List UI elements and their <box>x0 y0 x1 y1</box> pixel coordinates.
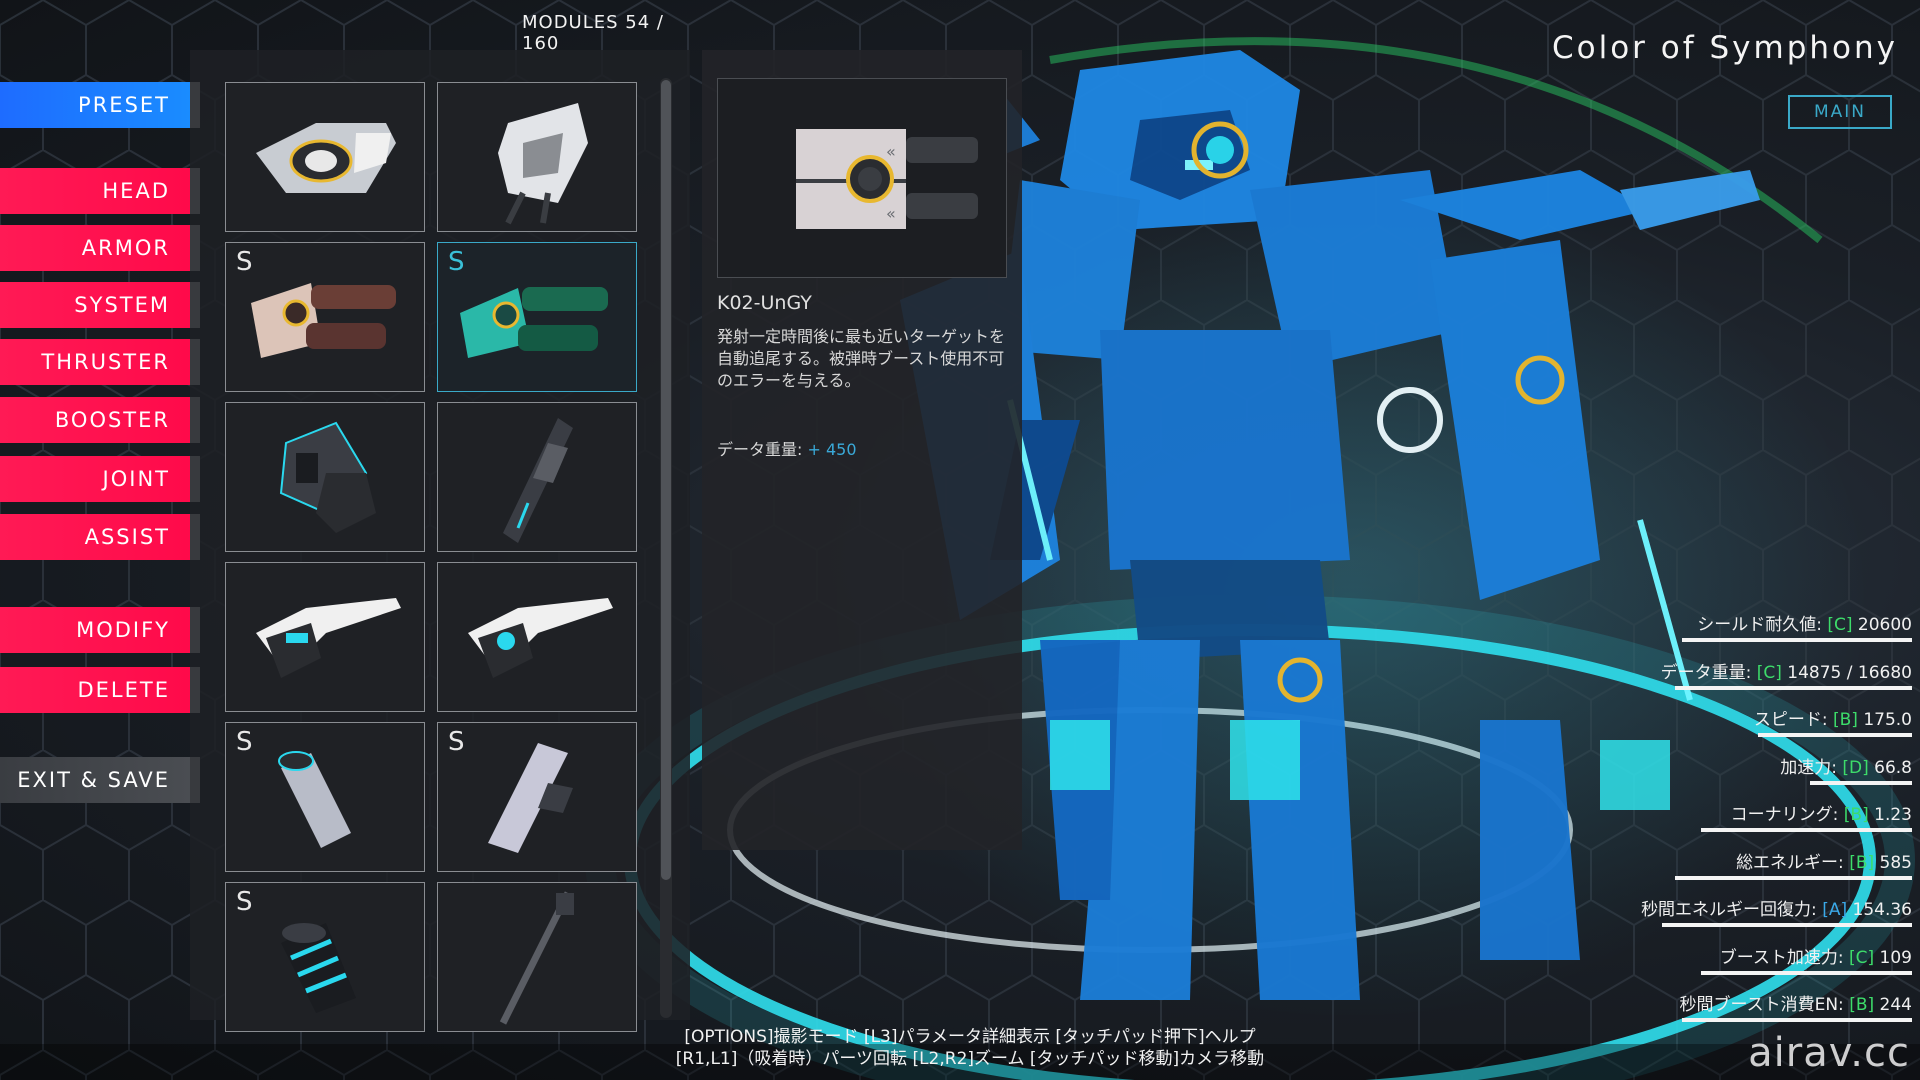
stat-bar <box>1675 875 1912 880</box>
stat-row: 秒間ブースト消費EN: [B] 244 <box>1272 990 1912 1030</box>
stat-value: 585 <box>1874 852 1912 873</box>
stat-label: ブースト加速力: <box>1719 947 1849 968</box>
part-description: 発射一定時間後に最も近いターゲットを自動追尾する。被弾時ブースト使用不可のエラー… <box>717 327 1006 390</box>
stat-row: データ重量: [C] 14875 / 16680 <box>1272 658 1912 698</box>
stat-value: 14875 / 16680 <box>1781 662 1912 683</box>
stat-bar <box>1682 1018 1912 1022</box>
nav-delete-button[interactable]: DELETE <box>0 667 200 713</box>
part-slot[interactable] <box>437 882 637 1032</box>
stat-grade: [C] <box>1849 947 1875 968</box>
stat-row: シールド耐久値: [C] 20600 <box>1272 610 1912 650</box>
nav-armor-button[interactable]: ARMOR <box>0 225 200 271</box>
nav-joint-button[interactable]: JOINT <box>0 456 200 502</box>
nav-assist-button[interactable]: ASSIST <box>0 514 200 560</box>
stat-value: 244 <box>1874 995 1912 1015</box>
watermark: airav.cc <box>1748 1030 1910 1076</box>
stat-row: 秒間エネルギー回復力: [A] 154.36 <box>1272 895 1912 935</box>
stat-row: ブースト加速力: [C] 109 <box>1272 943 1912 983</box>
twin-launcher-brown-icon <box>251 283 396 358</box>
nav-head-button[interactable]: HEAD <box>0 168 200 214</box>
part-slot[interactable] <box>437 82 637 232</box>
nav-system-button[interactable]: SYSTEM <box>0 282 200 328</box>
stat-label: コーナリング: <box>1730 805 1844 825</box>
stat-grade: [C] <box>1756 662 1782 683</box>
stat-bar <box>1682 638 1912 642</box>
stat-label: 加速力: <box>1780 757 1843 778</box>
stat-row: 総エネルギー: [B] 585 <box>1272 848 1912 888</box>
striped-cylinder-icon <box>281 923 356 1013</box>
stat-grade: [B] <box>1832 710 1858 730</box>
stat-label: スピード: <box>1753 710 1833 730</box>
stat-bar <box>1675 685 1912 690</box>
part-slot[interactable]: S <box>225 722 425 872</box>
part-name: K02-UnGY <box>717 292 812 314</box>
part-slot[interactable]: S <box>437 722 637 872</box>
help-line-1: [OPTIONS]撮影モード [L3]パラメータ詳細表示 [タッチパッド押下]ヘ… <box>684 1027 1256 1047</box>
modules-counter: MODULES 54 / 160 <box>522 12 664 54</box>
part-slot[interactable] <box>225 562 425 712</box>
svg-text:«: « <box>886 204 896 223</box>
part-slot[interactable] <box>437 562 637 712</box>
stat-value: 20600 <box>1852 615 1912 635</box>
part-slot[interactable]: S <box>225 882 425 1032</box>
stat-grade: [B] <box>1849 852 1875 873</box>
part-slot[interactable]: S <box>225 242 425 392</box>
stat-label: 総エネルギー: <box>1736 852 1850 873</box>
white-cannon-icon <box>498 103 588 225</box>
stat-bar <box>1810 780 1912 785</box>
stat-bar <box>1758 733 1912 737</box>
stat-grade: [B] <box>1843 805 1869 825</box>
thin-rod-icon <box>499 891 574 1025</box>
twin-launcher-icon: « « <box>796 129 978 229</box>
stat-bar <box>1662 923 1912 927</box>
part-weight: データ重量: + 450 <box>717 436 857 460</box>
stat-value: 66.8 <box>1868 757 1912 778</box>
detail-preview: « « <box>717 78 1007 278</box>
stat-grade: [B] <box>1849 995 1875 1015</box>
help-line-2: [R1,L1]（吸着時）パーツ回転 [L2,R2]ズーム [タッチパッド移動]カ… <box>675 1049 1265 1069</box>
nav-booster-button[interactable]: BOOSTER <box>0 397 200 443</box>
armor-plate-icon <box>256 123 396 193</box>
stat-grade: [C] <box>1827 615 1853 635</box>
parts-scrollbar-thumb[interactable] <box>661 80 671 880</box>
stat-grade: [A] <box>1822 900 1848 920</box>
nav-thruster-button[interactable]: THRUSTER <box>0 339 200 385</box>
part-weight-label: データ重量: <box>717 440 803 459</box>
part-slot[interactable] <box>437 402 637 552</box>
stat-value: 175.0 <box>1857 710 1912 730</box>
long-rifle-icon <box>503 418 573 543</box>
svg-text:«: « <box>886 142 896 161</box>
part-slot[interactable] <box>225 402 425 552</box>
stat-label: 秒間ブースト消費EN: <box>1679 995 1850 1015</box>
nav-modify-button[interactable]: MODIFY <box>0 607 200 653</box>
stat-row: コーナリング: [B] 1.23 <box>1272 800 1912 840</box>
stat-label: データ重量: <box>1660 662 1757 683</box>
stat-label: 秒間エネルギー回復力: <box>1641 900 1823 920</box>
mech-title: Color of Symphony <box>1551 30 1898 66</box>
category-nav: PRESET HEAD ARMOR SYSTEM THRUSTER BOOSTE… <box>0 0 200 1080</box>
wing-thruster-blue-icon <box>468 598 613 678</box>
stat-label: シールド耐久値: <box>1697 615 1828 635</box>
stat-bar <box>1701 828 1912 832</box>
wing-thruster-icon <box>256 598 401 678</box>
twin-launcher-green-icon <box>460 287 608 358</box>
part-weight-value: + 450 <box>807 440 857 459</box>
blade-plate-icon <box>488 743 573 853</box>
stat-value: 109 <box>1874 947 1912 968</box>
stat-grade: [D] <box>1842 757 1869 778</box>
nav-preset-button[interactable]: PRESET <box>0 82 200 128</box>
stat-value: 154.36 <box>1847 900 1913 920</box>
main-badge[interactable]: MAIN <box>1788 95 1892 129</box>
stat-row: スピード: [B] 175.0 <box>1272 705 1912 745</box>
stat-row: 加速力: [D] 66.8 <box>1272 753 1912 793</box>
stat-bar <box>1701 970 1912 975</box>
part-slot-selected[interactable]: S <box>437 242 637 392</box>
help-text: [OPTIONS]撮影モード [L3]パラメータ詳細表示 [タッチパッド押下]ヘ… <box>620 1026 1320 1070</box>
part-slot[interactable] <box>225 82 425 232</box>
stat-value: 1.23 <box>1868 805 1912 825</box>
exit-save-button[interactable]: EXIT & SAVE <box>0 757 200 803</box>
dark-module-icon <box>279 421 376 533</box>
cylinder-icon <box>278 751 351 848</box>
